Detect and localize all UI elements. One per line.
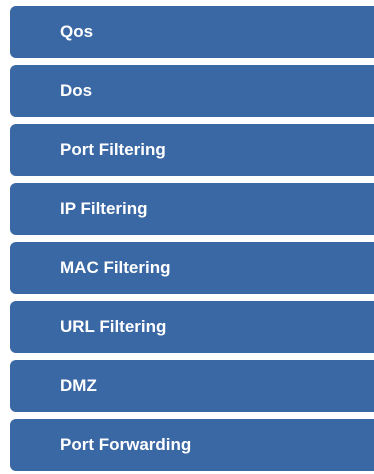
menu-item-label: Dos [60, 81, 93, 100]
menu-item-label: Port Forwarding [60, 435, 192, 454]
menu-item-label: IP Filtering [60, 199, 148, 218]
menu-item-label: DMZ [60, 376, 97, 395]
menu-item-label: Port Filtering [60, 140, 166, 159]
menu-item-port-filtering[interactable]: Port Filtering [10, 124, 374, 176]
menu-item-url-filtering[interactable]: URL Filtering [10, 301, 374, 353]
menu-item-qos[interactable]: Qos [10, 6, 374, 58]
menu-item-mac-filtering[interactable]: MAC Filtering [10, 242, 374, 294]
menu-item-ip-filtering[interactable]: IP Filtering [10, 183, 374, 235]
menu-item-port-forwarding[interactable]: Port Forwarding [10, 419, 374, 471]
menu-item-label: Qos [60, 22, 94, 41]
menu-item-dos[interactable]: Dos [10, 65, 374, 117]
sidebar-menu: Qos Dos Port Filtering IP Filtering MAC … [10, 6, 374, 471]
menu-item-dmz[interactable]: DMZ [10, 360, 374, 412]
menu-item-label: MAC Filtering [60, 258, 171, 277]
menu-item-label: URL Filtering [60, 317, 167, 336]
